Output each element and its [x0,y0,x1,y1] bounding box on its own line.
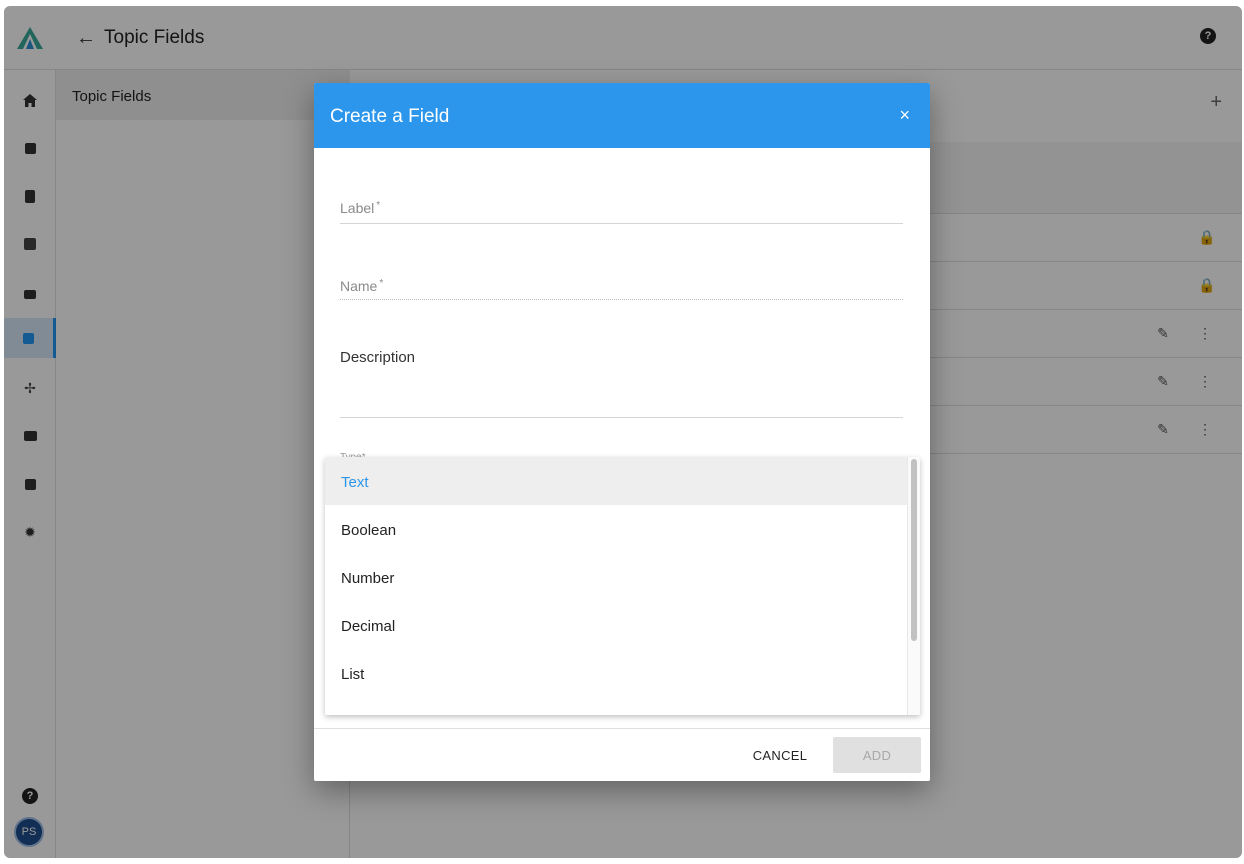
description-field-label: Description [340,349,416,366]
type-option-decimal[interactable]: Decimal [325,601,907,649]
type-option-number[interactable]: Number [325,553,907,601]
type-dropdown-menu: Text Boolean Number Decimal List [325,457,920,715]
label-field-label: Label * [340,200,381,216]
type-option-list[interactable]: List [325,649,907,697]
description-field[interactable]: Description [340,349,903,418]
label-field[interactable]: Label * [340,200,903,224]
name-field[interactable]: Name * [340,278,903,300]
name-field-label: Name * [340,278,384,294]
label-field-underline [340,223,903,224]
screen: ← Topic Fields ? ✢ ✹ ? PS Topic Fields + [0,0,1244,864]
dialog-footer: CANCEL ADD [314,728,930,781]
description-field-underline [340,417,903,418]
dialog-header: Create a Field × [314,83,930,148]
name-field-underline [340,299,903,300]
cancel-button[interactable]: CANCEL [740,737,820,773]
scrollbar-thumb[interactable] [911,459,917,641]
close-icon[interactable]: × [899,105,910,125]
dialog-title: Create a Field [330,106,450,127]
create-field-dialog: Create a Field × Label * Name * Descriptio… [314,83,930,781]
dropdown-scrollbar[interactable] [907,457,920,715]
type-option-text[interactable]: Text [325,457,907,505]
add-button[interactable]: ADD [833,737,921,773]
type-option-boolean[interactable]: Boolean [325,505,907,553]
